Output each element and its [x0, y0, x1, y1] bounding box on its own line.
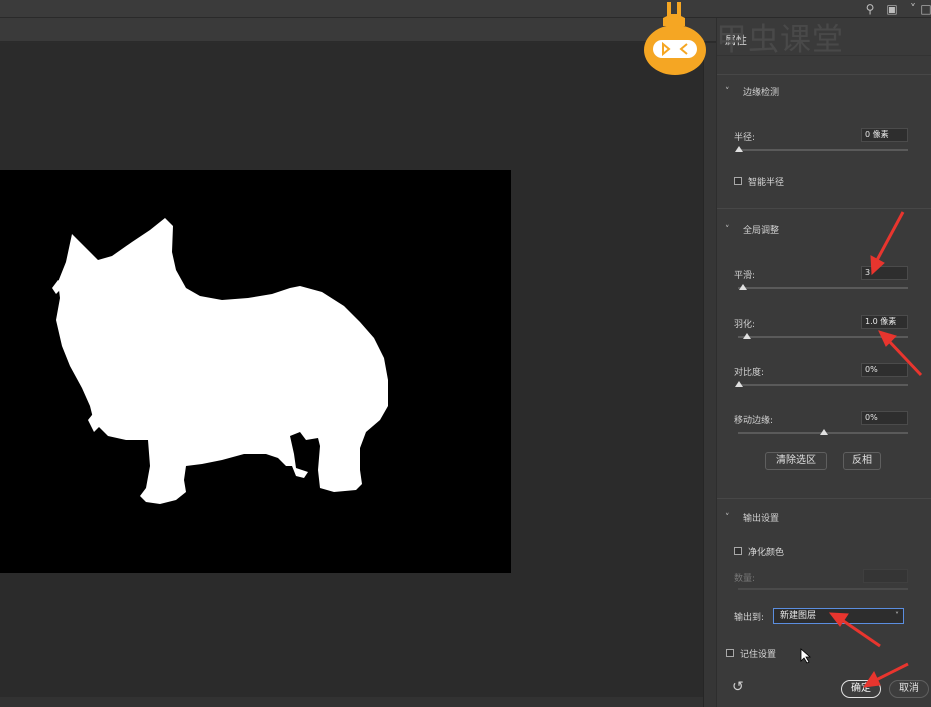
edge-detection-title: 边缘检测 — [743, 88, 780, 98]
cancel-button[interactable]: 取消 — [889, 680, 929, 698]
smooth-field[interactable]: 3 — [861, 266, 908, 280]
output-to-select[interactable]: 新建图层 ˅ — [773, 608, 904, 624]
radius-label: 半径: — [734, 133, 756, 143]
mouse-cursor-icon — [800, 648, 812, 664]
reset-icon[interactable]: ↺ — [732, 679, 744, 695]
smooth-slider-thumb[interactable] — [739, 284, 747, 290]
global-refinements-title: 全局调整 — [743, 226, 780, 236]
shift-edge-slider-thumb[interactable] — [820, 429, 828, 435]
output-to-label: 输出到: — [734, 613, 765, 623]
share-icon[interactable]: □ — [918, 1, 931, 17]
search-icon[interactable]: ⚲ — [862, 1, 878, 17]
feather-label: 羽化: — [734, 320, 756, 330]
chevron-down-icon[interactable]: ˅ — [725, 513, 733, 523]
contrast-slider-thumb[interactable] — [735, 381, 743, 387]
invert-button[interactable]: 反相 — [843, 452, 881, 470]
ok-button[interactable]: 确定 — [841, 680, 881, 698]
output-to-value: 新建图层 — [780, 611, 817, 621]
radius-field[interactable]: 0 像素 — [861, 128, 908, 142]
clear-selection-button[interactable]: 清除选区 — [765, 452, 827, 470]
options-bar — [0, 18, 716, 42]
workspace-icon[interactable]: ▣ — [884, 1, 900, 17]
shift-edge-field[interactable]: 0% — [861, 411, 908, 425]
vertical-scrollbar[interactable] — [703, 43, 716, 707]
smooth-slider[interactable] — [738, 287, 908, 289]
decontaminate-label: 净化颜色 — [748, 548, 785, 558]
global-refinements-header[interactable]: ˅ 全局调整 — [725, 223, 780, 237]
contrast-slider[interactable] — [738, 384, 908, 386]
chevron-down-icon[interactable]: ˅ — [725, 87, 733, 97]
remember-settings-label: 记住设置 — [740, 650, 777, 660]
output-settings-header[interactable]: ˅ 输出设置 — [725, 511, 780, 525]
amount-field — [863, 569, 908, 583]
horizontal-scrollbar[interactable] — [0, 697, 703, 707]
edge-detection-header[interactable]: ˅ 边缘检测 — [725, 85, 780, 99]
feather-slider[interactable] — [738, 336, 908, 338]
smart-radius-label: 智能半径 — [748, 178, 785, 188]
output-settings-title: 输出设置 — [743, 514, 780, 524]
chevron-down-icon: ˅ — [895, 611, 899, 620]
global-refinements-section: ˅ 全局调整 平滑: 3 羽化: 1.0 像素 对比度: 0% 移动边缘: 0%… — [717, 208, 931, 498]
amount-label: 数量: — [734, 574, 756, 584]
shift-edge-label: 移动边缘: — [734, 416, 774, 426]
contrast-label: 对比度: — [734, 368, 765, 378]
radius-slider[interactable] — [738, 149, 908, 151]
chevron-down-icon[interactable]: ˅ — [725, 225, 733, 235]
smooth-label: 平滑: — [734, 271, 756, 281]
remember-settings-checkbox[interactable] — [726, 649, 734, 657]
contrast-field[interactable]: 0% — [861, 363, 908, 377]
watermark-logo — [644, 2, 706, 75]
refine-edge-panel: 属性 ˅ 边缘检测 半径: 0 像素 智能半径 ˅ 全局调整 平滑: 3 羽化:… — [716, 18, 931, 707]
app-window: ⚲ ▣ ˅ □ 属性 ˅ 边缘检测 半径: 0 像素 智能半径 ˅ 全局调整 平… — [0, 0, 931, 707]
smart-radius-checkbox[interactable] — [734, 177, 742, 185]
feather-field[interactable]: 1.0 像素 — [861, 315, 908, 329]
output-settings-section: ˅ 输出设置 净化颜色 数量: 输出到: 新建图层 ˅ 记住设置 — [717, 498, 931, 668]
amount-slider — [738, 588, 908, 590]
decontaminate-checkbox[interactable] — [734, 547, 742, 555]
edge-detection-section: ˅ 边缘检测 半径: 0 像素 智能半径 — [717, 74, 931, 208]
dog-silhouette-mask — [52, 218, 388, 504]
radius-slider-thumb[interactable] — [735, 146, 743, 152]
document-canvas[interactable] — [0, 170, 511, 573]
feather-slider-thumb[interactable] — [743, 333, 751, 339]
watermark-text: 甲虫课堂 — [716, 22, 844, 58]
